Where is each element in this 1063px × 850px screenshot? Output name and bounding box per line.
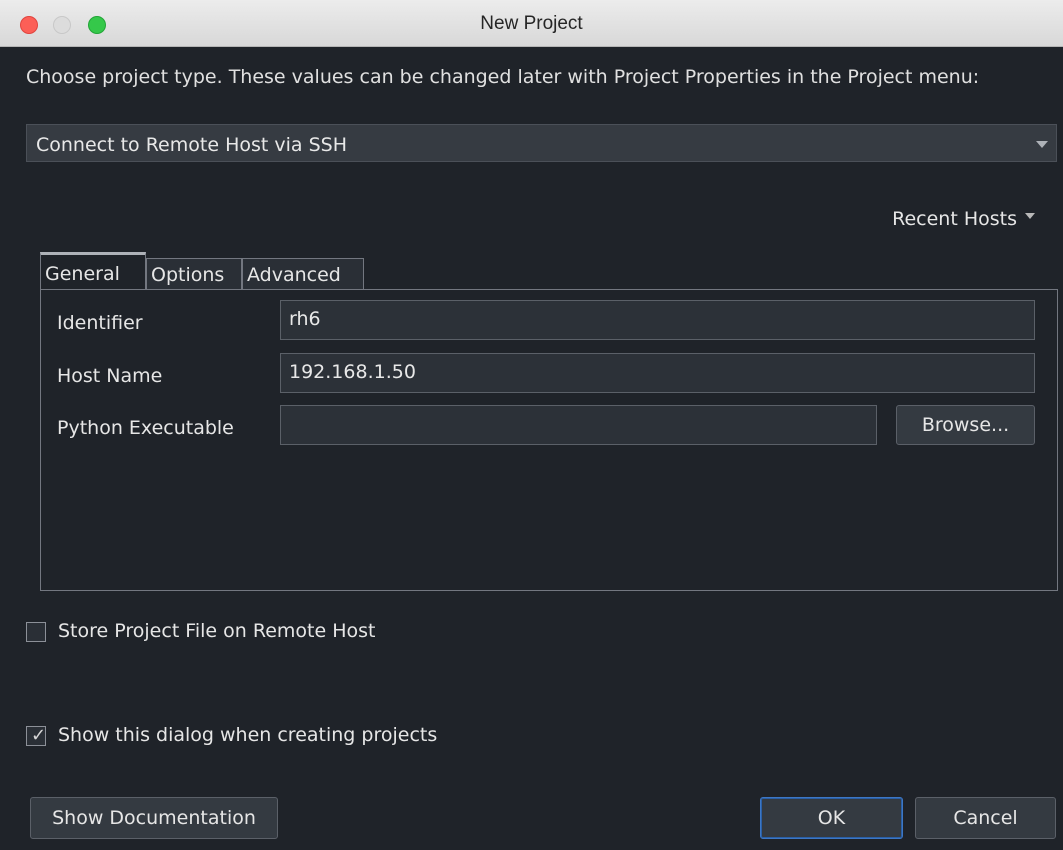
tab-label: General <box>45 263 120 285</box>
checkmark-icon: ✓ <box>31 725 47 746</box>
browse-button[interactable]: Browse... <box>896 405 1035 445</box>
project-type-description: Choose project type. These values can be… <box>26 66 980 88</box>
store-remote-label: Store Project File on Remote Host <box>58 620 376 642</box>
window-title: New Project <box>480 13 583 34</box>
cancel-button[interactable]: Cancel <box>915 797 1056 839</box>
show-dialog-checkbox[interactable]: ✓ <box>26 725 47 746</box>
identifier-label: Identifier <box>57 312 143 334</box>
project-type-dropdown[interactable]: Connect to Remote Host via SSH <box>26 124 1057 162</box>
tab-label: Options <box>151 264 225 286</box>
python-executable-field[interactable] <box>280 405 877 445</box>
tab-general[interactable]: General <box>40 252 146 290</box>
show-dialog-label: Show this dialog when creating projects <box>58 724 438 746</box>
python-executable-label: Python Executable <box>57 417 234 439</box>
project-type-value: Connect to Remote Host via SSH <box>36 134 347 156</box>
show-documentation-button[interactable]: Show Documentation <box>30 797 278 839</box>
recent-hosts-label: Recent Hosts <box>892 208 1017 230</box>
general-tab-panel: Identifier rh6 Host Name 192.168.1.50 Py… <box>40 289 1058 591</box>
identifier-field[interactable]: rh6 <box>280 300 1035 340</box>
recent-hosts-menu[interactable]: Recent Hosts <box>892 208 1035 230</box>
host-name-label: Host Name <box>57 365 163 387</box>
chevron-down-icon <box>1025 213 1035 219</box>
title-bar: New Project <box>0 0 1063 47</box>
tab-advanced[interactable]: Advanced <box>242 258 364 290</box>
host-name-field[interactable]: 192.168.1.50 <box>280 353 1035 393</box>
store-remote-checkbox[interactable] <box>26 622 46 642</box>
tab-options[interactable]: Options <box>146 258 242 290</box>
new-project-dialog: New Project Choose project type. These v… <box>0 0 1063 850</box>
ok-button[interactable]: OK <box>760 797 903 839</box>
tab-label: Advanced <box>247 264 341 286</box>
chevron-down-icon <box>1036 141 1048 148</box>
